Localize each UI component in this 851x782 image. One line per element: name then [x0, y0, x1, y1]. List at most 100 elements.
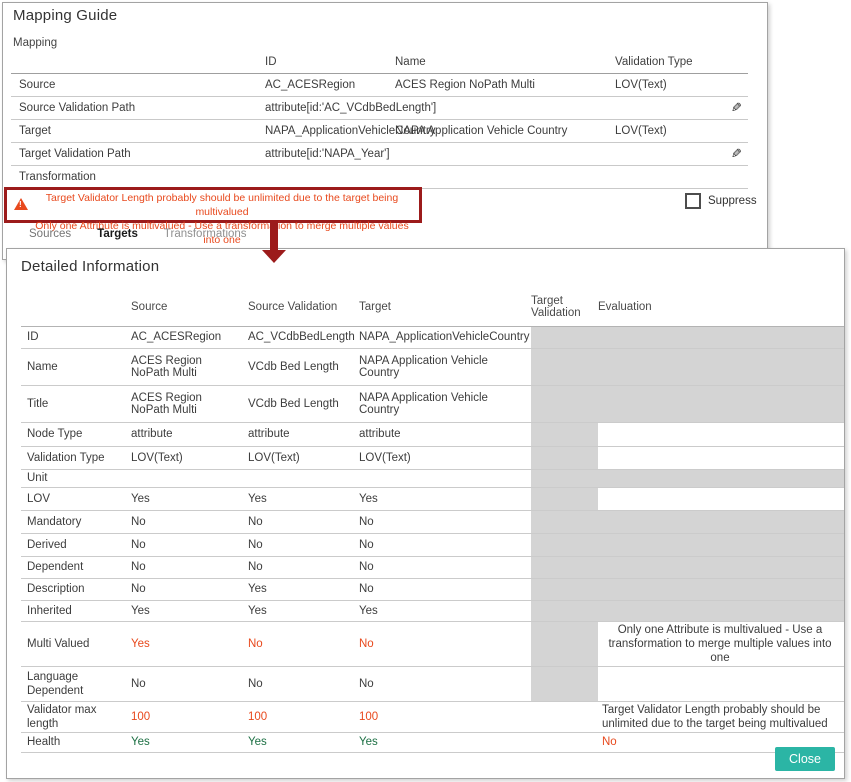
- cell-validation-type: [609, 143, 701, 166]
- detail-col-label: [21, 289, 131, 326]
- tab-sources[interactable]: Sources: [29, 228, 71, 240]
- row-label: Language Dependent: [21, 666, 131, 701]
- edit-icon[interactable]: ✎: [731, 146, 742, 162]
- cell-validation-type: [609, 97, 701, 120]
- cell-target: Yes: [359, 600, 531, 621]
- cell-source-validation: [248, 469, 359, 487]
- cell-source: No: [131, 533, 248, 556]
- cell-evaluation: [598, 510, 844, 533]
- cell-target-validation: [531, 556, 598, 578]
- row-label: Dependent: [21, 556, 131, 578]
- mapping-section-label: Mapping: [13, 37, 57, 49]
- row-label: Health: [21, 732, 131, 752]
- table-row: Title ACES Region NoPath Multi VCdb Bed …: [21, 385, 844, 422]
- row-label: Name: [21, 348, 131, 385]
- row-label: Target Validation Path: [11, 143, 259, 166]
- cell-source: No: [131, 556, 248, 578]
- cell-source-validation: attribute: [248, 422, 359, 446]
- cell-source: attribute: [131, 422, 248, 446]
- cell-source: Yes: [131, 621, 248, 666]
- cell-source-validation: VCdb Bed Length: [248, 348, 359, 385]
- cell-target-validation: [531, 446, 598, 469]
- detail-header-row: Source Source Validation Target Target V…: [21, 289, 844, 326]
- cell-source: No: [131, 510, 248, 533]
- cell-source-validation: Yes: [248, 600, 359, 621]
- cell-target-validation: [531, 348, 598, 385]
- row-label: Target: [11, 120, 259, 143]
- cell-source-validation: No: [248, 510, 359, 533]
- cell-source-validation: No: [248, 533, 359, 556]
- cell-id: attribute[id:'AC_VCdbBedLength']: [259, 97, 389, 120]
- cell-source: ACES Region NoPath Multi: [131, 348, 248, 385]
- suppress-checkbox[interactable]: [685, 193, 701, 209]
- warning-icon: !: [14, 198, 28, 210]
- table-row: Derived No No No: [21, 533, 844, 556]
- cell-evaluation: [598, 348, 844, 385]
- cell-target-validation: [531, 385, 598, 422]
- table-row: Node Type attribute attribute attribute: [21, 422, 844, 446]
- row-label: Multi Valued: [21, 621, 131, 666]
- detailed-information-title: Detailed Information: [21, 258, 159, 275]
- cell-source: [131, 469, 248, 487]
- cell-target: No: [359, 666, 531, 701]
- cell-source: Yes: [131, 732, 248, 752]
- cell-target-validation: [531, 666, 598, 701]
- table-row: Name ACES Region NoPath Multi VCdb Bed L…: [21, 348, 844, 385]
- table-row: Health Yes Yes Yes No: [21, 732, 844, 752]
- annotation-arrow: [262, 222, 287, 263]
- table-row: Dependent No No No: [21, 556, 844, 578]
- cell-source: 100: [131, 701, 248, 732]
- cell-id: attribute[id:'NAPA_Year']: [259, 143, 389, 166]
- cell-target-validation: [531, 422, 598, 446]
- cell-source: Yes: [131, 487, 248, 510]
- warning-line-1: Target Validator Length probably should …: [27, 191, 417, 219]
- cell-source-validation: Yes: [248, 487, 359, 510]
- table-row: Source AC_ACESRegion ACES Region NoPath …: [11, 74, 748, 97]
- suppress-control: Suppress: [685, 193, 757, 209]
- cell-target-validation: [531, 701, 598, 732]
- table-row: Language Dependent No No No: [21, 666, 844, 701]
- cell-target-validation: [531, 326, 598, 348]
- cell-evaluation: [598, 326, 844, 348]
- cell-source: Yes: [131, 600, 248, 621]
- table-row: Inherited Yes Yes Yes: [21, 600, 844, 621]
- cell-target: Yes: [359, 732, 531, 752]
- cell-evaluation: [598, 578, 844, 600]
- cell-source: No: [131, 666, 248, 701]
- close-button[interactable]: Close: [775, 747, 835, 771]
- tab-targets[interactable]: Targets: [97, 228, 138, 240]
- tab-transformations[interactable]: Transformations: [164, 228, 247, 240]
- mapping-guide-window: Mapping Guide Mapping ID Name Validation…: [2, 2, 768, 260]
- cell-evaluation: Only one Attribute is multivalued - Use …: [598, 621, 844, 666]
- suppress-label: Suppress: [708, 195, 757, 207]
- cell-evaluation: [598, 469, 844, 487]
- table-row: Mandatory No No No: [21, 510, 844, 533]
- cell-evaluation: [598, 600, 844, 621]
- table-row: Transformation: [11, 166, 748, 189]
- screen: Mapping Guide Mapping ID Name Validation…: [0, 0, 851, 782]
- cell-target: No: [359, 533, 531, 556]
- row-label: Title: [21, 385, 131, 422]
- cell-target: No: [359, 621, 531, 666]
- cell-source-validation: No: [248, 621, 359, 666]
- row-label: Derived: [21, 533, 131, 556]
- cell-evaluation: Target Validator Length probably should …: [598, 701, 844, 732]
- row-label: Transformation: [11, 166, 259, 189]
- table-row: Multi Valued Yes No No Only one Attribut…: [21, 621, 844, 666]
- cell-target: [359, 469, 531, 487]
- row-label: Inherited: [21, 600, 131, 621]
- cell-evaluation: [598, 446, 844, 469]
- mapping-header-row: ID Name Validation Type: [11, 51, 748, 74]
- row-label: ID: [21, 326, 131, 348]
- mapping-col-validation-type: Validation Type: [609, 51, 701, 74]
- table-row: Description No Yes No: [21, 578, 844, 600]
- table-row: Validation Type LOV(Text) LOV(Text) LOV(…: [21, 446, 844, 469]
- cell-target: NAPA Application Vehicle Country: [359, 385, 531, 422]
- cell-evaluation: [598, 385, 844, 422]
- cell-target-validation: [531, 621, 598, 666]
- edit-icon[interactable]: ✎: [731, 100, 742, 116]
- mapping-table: ID Name Validation Type Source AC_ACESRe…: [11, 51, 748, 189]
- cell-target-validation: [531, 578, 598, 600]
- cell-source-validation: VCdb Bed Length: [248, 385, 359, 422]
- detail-col-source: Source: [131, 289, 248, 326]
